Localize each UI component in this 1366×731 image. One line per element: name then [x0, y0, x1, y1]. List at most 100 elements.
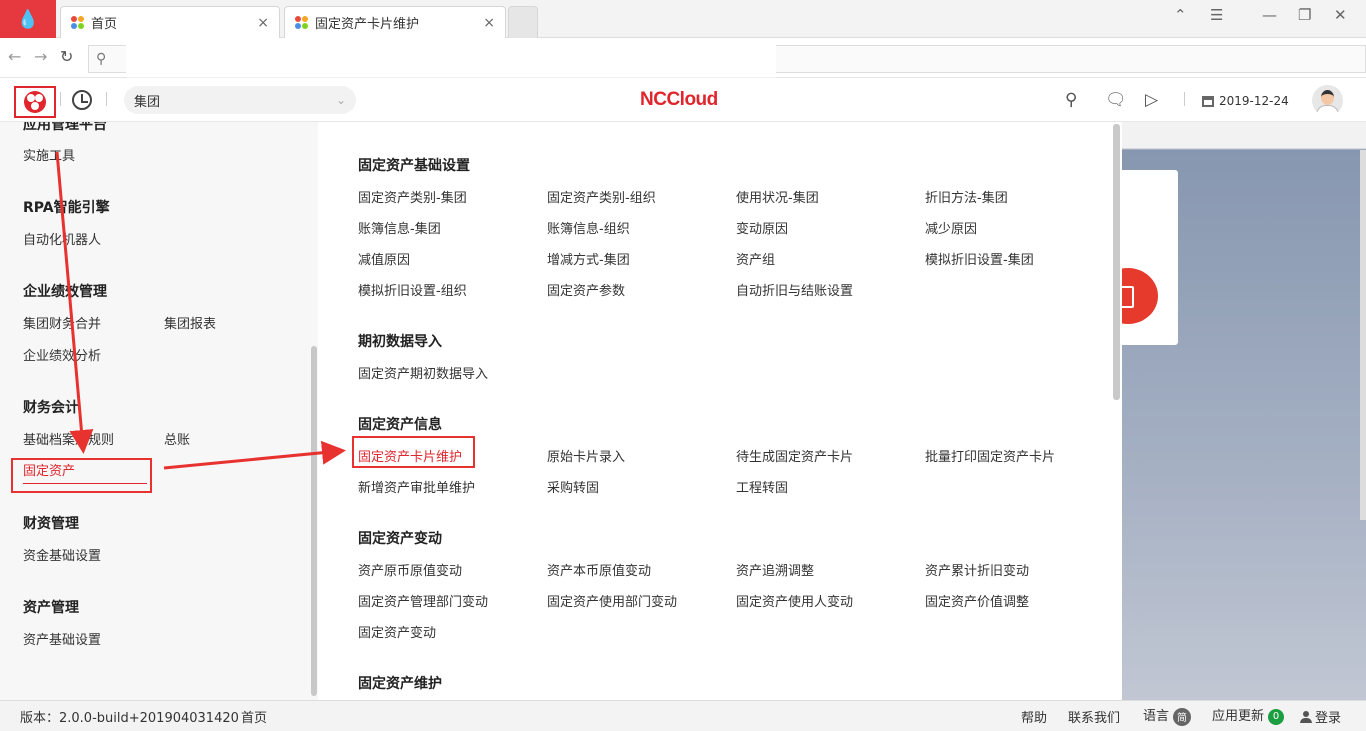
- function-link[interactable]: 模拟折旧设置-集团: [925, 249, 1034, 268]
- function-link[interactable]: 资产追溯调整: [736, 560, 814, 579]
- function-link[interactable]: 固定资产价值调整: [925, 591, 1029, 610]
- login-link[interactable]: 登录: [1300, 707, 1341, 726]
- function-link[interactable]: 批量打印固定资产卡片: [925, 446, 1055, 465]
- section-title: 固定资产维护: [358, 676, 442, 692]
- function-link[interactable]: 固定资产使用人变动: [736, 591, 853, 610]
- function-link[interactable]: 固定资产类别-组织: [547, 187, 656, 206]
- section-title: 固定资产基础设置: [358, 158, 470, 174]
- divider: [60, 92, 61, 106]
- function-link[interactable]: 采购转固: [547, 477, 599, 496]
- date-value: 2019-12-24: [1219, 94, 1289, 108]
- main-menu-button[interactable]: [14, 86, 56, 118]
- function-link[interactable]: 使用状况-集团: [736, 187, 819, 206]
- skin-icon[interactable]: ⌃: [1174, 6, 1187, 24]
- mega-menu-scrollbar[interactable]: [1113, 124, 1120, 400]
- menu-flower-icon: [24, 91, 46, 113]
- language-switch[interactable]: 语言简: [1143, 705, 1192, 726]
- left-menu-scrollbar[interactable]: [311, 346, 317, 696]
- menu-item[interactable]: 集团报表: [164, 313, 216, 332]
- message-icon[interactable]: 🗨: [1105, 90, 1127, 110]
- function-link[interactable]: 资产本币原值变动: [547, 560, 651, 579]
- update-count-badge: 0: [1268, 708, 1285, 725]
- highlight-box-card-maintenance: [352, 436, 475, 468]
- tab-label: 首页: [91, 17, 118, 32]
- search-icon[interactable]: ⚲: [1065, 90, 1077, 110]
- function-link[interactable]: 固定资产管理部门变动: [358, 591, 488, 610]
- menu-item[interactable]: 自动化机器人: [23, 229, 101, 248]
- refresh-icon[interactable]: ↻: [60, 47, 73, 66]
- group-title: 资产管理: [23, 600, 79, 616]
- section-title: 固定资产信息: [358, 417, 442, 433]
- function-link[interactable]: 固定资产期初数据导入: [358, 363, 488, 382]
- function-link[interactable]: 减少原因: [925, 218, 977, 237]
- divider: [106, 92, 107, 106]
- function-link[interactable]: 资产累计折旧变动: [925, 560, 1029, 579]
- left-module-menu: 应用管理平台 实施工具 RPA智能引擎 自动化机器人 企业绩效管理 集团财务合并…: [0, 122, 318, 700]
- browser-tab-bar: 💧 首页 × 固定资产卡片维护 × ⌃ ☰ — ❐ ✕: [0, 0, 1366, 38]
- function-link[interactable]: 固定资产变动: [358, 622, 436, 641]
- group-title: 财资管理: [23, 516, 79, 532]
- search-icon: ⚲: [96, 51, 107, 67]
- footer-home-link[interactable]: 首页: [241, 707, 267, 726]
- menu-item[interactable]: 实施工具: [23, 145, 75, 164]
- function-link[interactable]: 待生成固定资产卡片: [736, 446, 853, 465]
- close-tab-icon[interactable]: ×: [257, 15, 269, 31]
- function-link[interactable]: 资产原币原值变动: [358, 560, 462, 579]
- user-icon: [1300, 711, 1312, 723]
- avatar[interactable]: [1312, 85, 1343, 116]
- group-title: 应用管理平台: [23, 122, 107, 133]
- function-link[interactable]: 新增资产审批单维护: [358, 477, 475, 496]
- menu-item[interactable]: 基础档案及规则: [23, 429, 114, 448]
- highlight-box-fixed-assets: [11, 458, 152, 493]
- menu-item[interactable]: 总账: [164, 429, 190, 448]
- function-link[interactable]: 资产组: [736, 249, 775, 268]
- browser-logo-icon[interactable]: 💧: [0, 0, 56, 38]
- menu-item[interactable]: 资产基础设置: [23, 629, 101, 648]
- language-label: 语言: [1143, 709, 1170, 724]
- group-title: 财务会计: [23, 400, 79, 416]
- new-tab-button[interactable]: [508, 6, 538, 38]
- login-label: 登录: [1315, 711, 1342, 726]
- contact-link[interactable]: 联系我们: [1068, 707, 1120, 726]
- forward-icon[interactable]: →: [34, 47, 47, 66]
- function-link[interactable]: 增减方式-集团: [547, 249, 630, 268]
- function-link[interactable]: 变动原因: [736, 218, 788, 237]
- clock-icon[interactable]: [72, 90, 92, 110]
- maximize-icon[interactable]: ❐: [1298, 6, 1311, 24]
- url-suggestion-popup: [126, 40, 776, 78]
- workspace-scrollbar[interactable]: [1360, 150, 1366, 520]
- close-tab-icon[interactable]: ×: [483, 15, 495, 31]
- version-text: 版本：2.0.0-build+201904031420: [20, 711, 239, 726]
- function-link[interactable]: 原始卡片录入: [547, 446, 625, 465]
- tab-home[interactable]: 首页 ×: [60, 6, 280, 38]
- function-link[interactable]: 固定资产参数: [547, 280, 625, 299]
- app-favicon-icon: [71, 15, 85, 30]
- language-badge: 简: [1173, 707, 1192, 726]
- app-update[interactable]: 应用更新 0: [1212, 705, 1285, 725]
- minimize-icon[interactable]: —: [1262, 6, 1277, 24]
- function-link[interactable]: 减值原因: [358, 249, 410, 268]
- org-select[interactable]: 集团 ⌄: [124, 86, 356, 114]
- back-icon[interactable]: ←: [8, 47, 21, 66]
- section-title: 期初数据导入: [358, 334, 442, 350]
- update-label: 应用更新: [1212, 709, 1265, 724]
- menu-item[interactable]: 资金基础设置: [23, 545, 101, 564]
- browser-menu-icon[interactable]: ☰: [1210, 6, 1223, 24]
- business-date[interactable]: 2019-12-24: [1202, 94, 1289, 108]
- function-link[interactable]: 固定资产类别-集团: [358, 187, 467, 206]
- close-window-icon[interactable]: ✕: [1334, 6, 1347, 24]
- section-title: 固定资产变动: [358, 531, 442, 547]
- function-link[interactable]: 自动折旧与结账设置: [736, 280, 853, 299]
- function-link[interactable]: 账簿信息-组织: [547, 218, 630, 237]
- play-icon[interactable]: ▷: [1145, 90, 1158, 110]
- function-link[interactable]: 模拟折旧设置-组织: [358, 280, 467, 299]
- menu-item[interactable]: 企业绩效分析: [23, 345, 101, 364]
- function-link[interactable]: 固定资产使用部门变动: [547, 591, 677, 610]
- function-link[interactable]: 账簿信息-集团: [358, 218, 441, 237]
- function-link[interactable]: 工程转固: [736, 477, 788, 496]
- tab-card-maintenance[interactable]: 固定资产卡片维护 ×: [284, 6, 506, 38]
- function-link[interactable]: 折旧方法-集团: [925, 187, 1008, 206]
- menu-item[interactable]: 集团财务合并: [23, 313, 101, 332]
- brand-logo: NCCloud: [640, 89, 718, 110]
- help-link[interactable]: 帮助: [1021, 707, 1047, 726]
